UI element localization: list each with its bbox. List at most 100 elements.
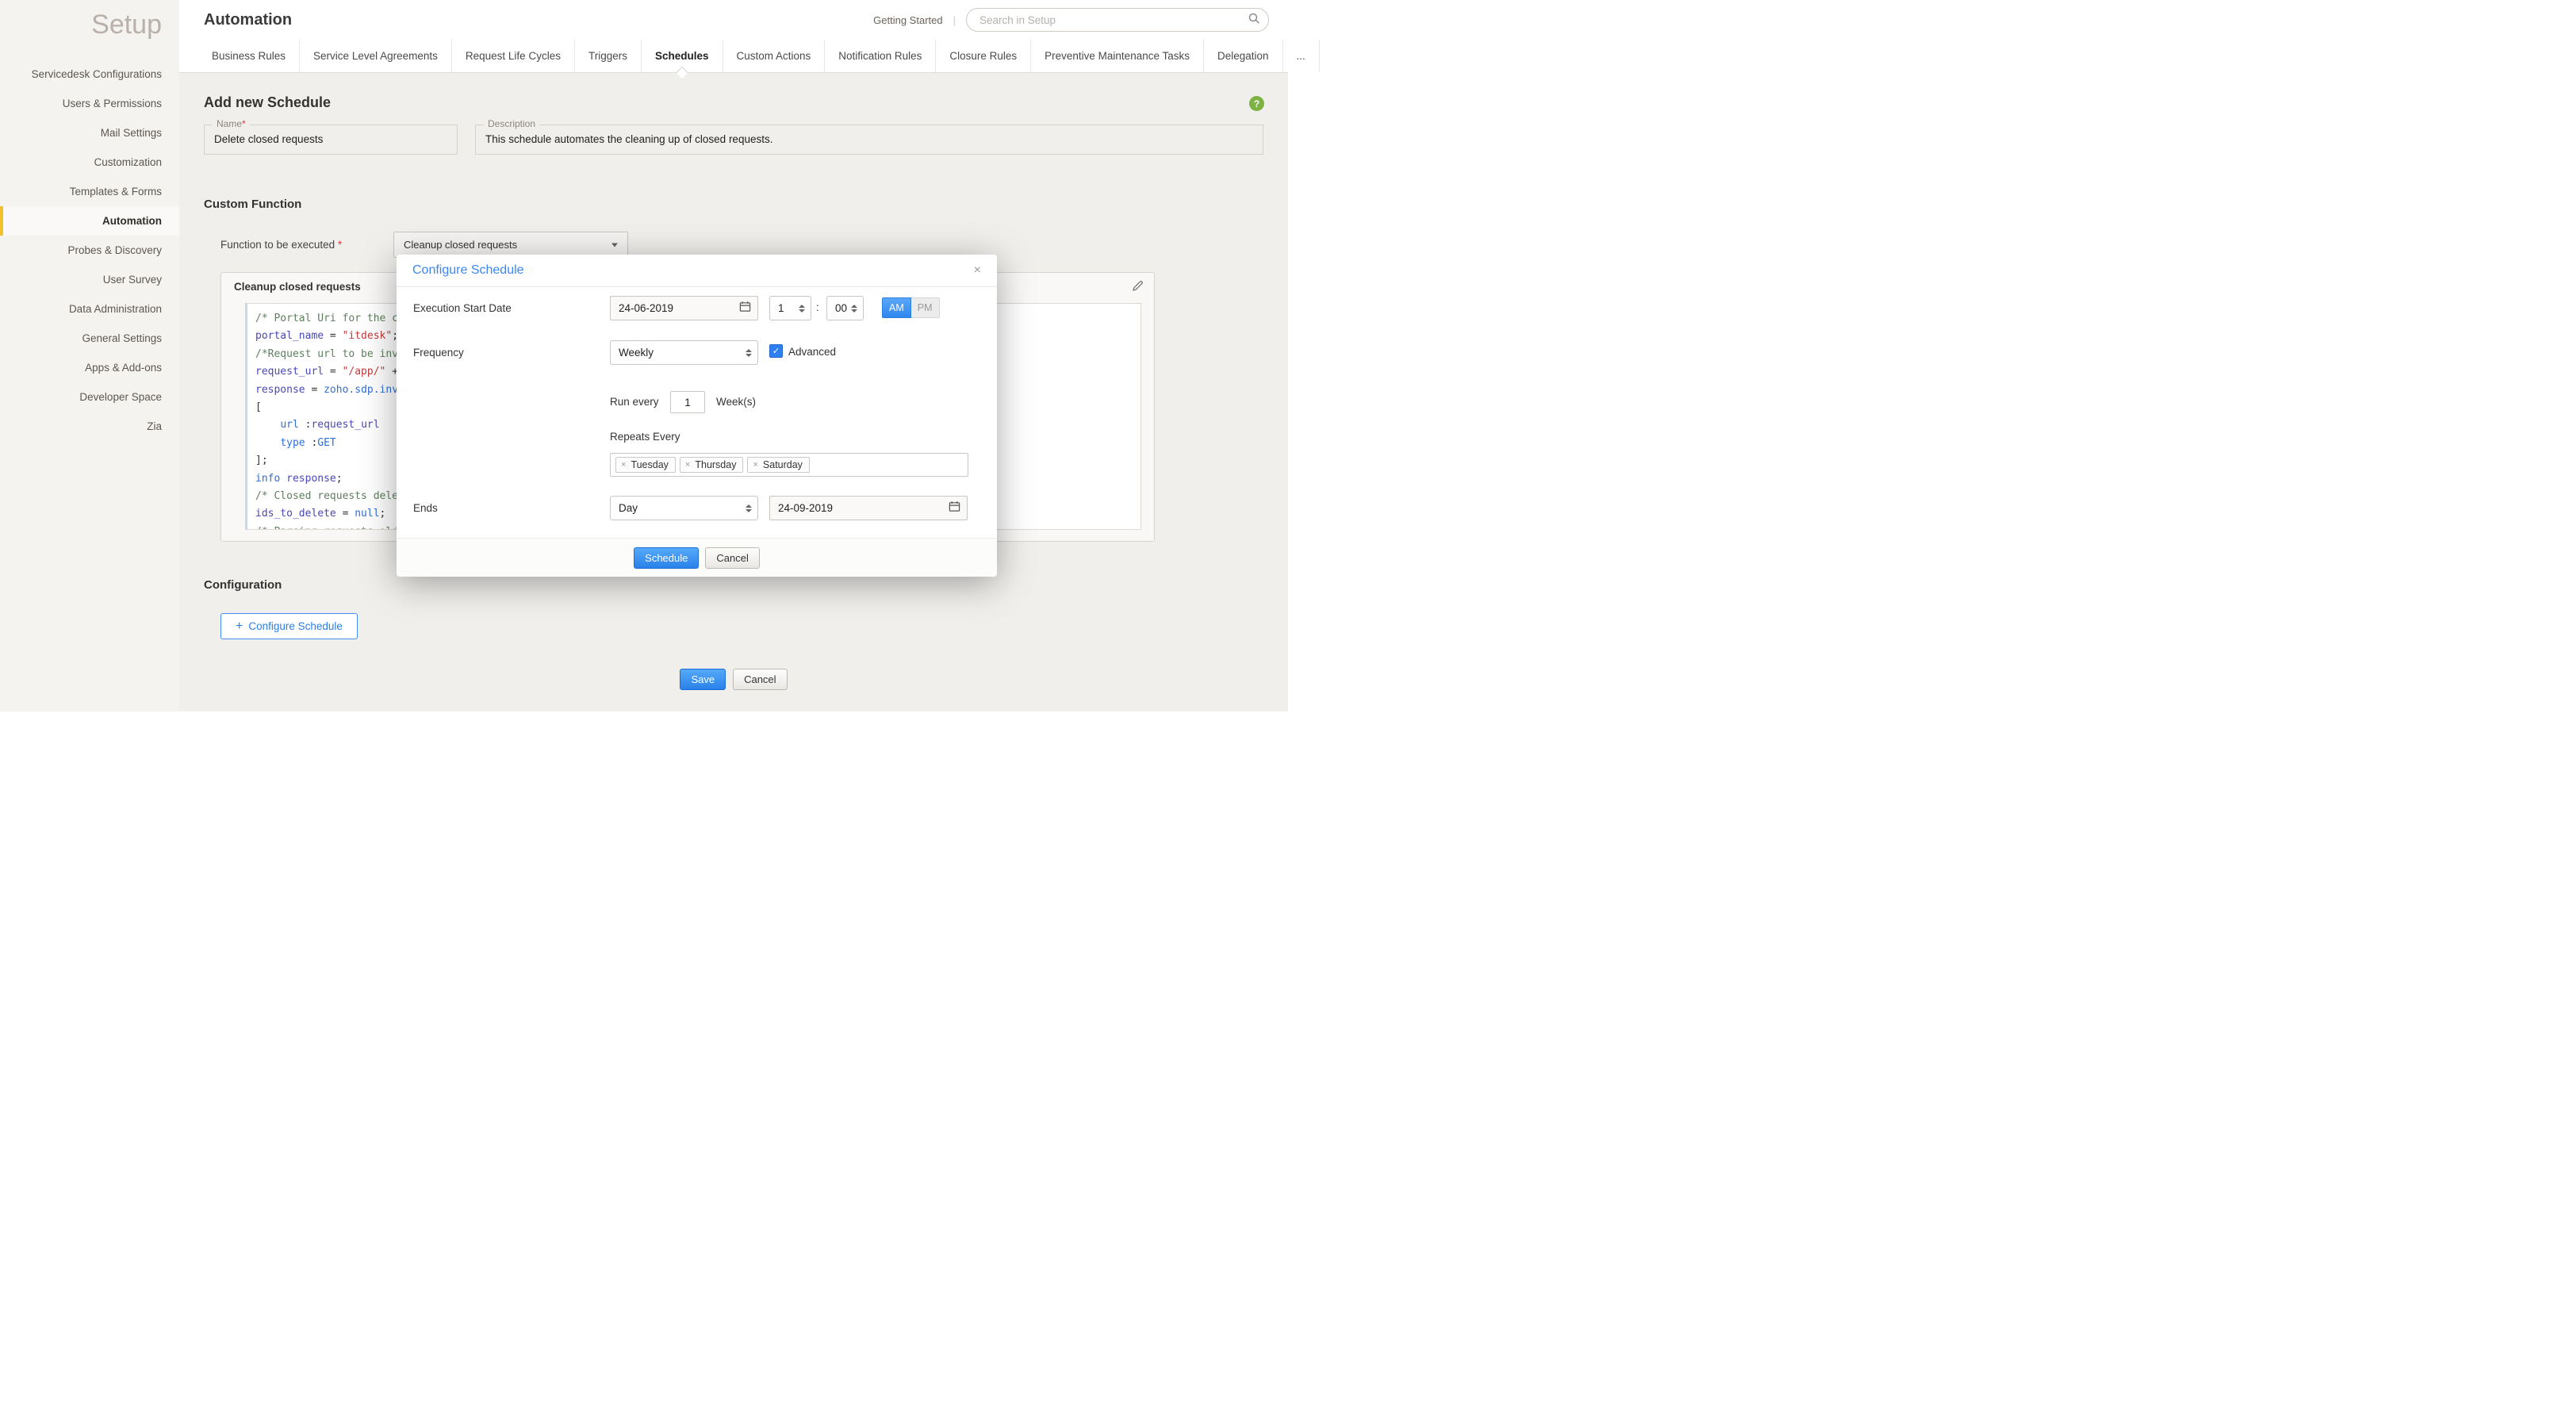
day-tag-label: Thursday	[695, 459, 736, 470]
tab-more[interactable]: ...	[1283, 40, 1320, 72]
repeats-every-label: Repeats Every	[610, 431, 680, 443]
setup-search-box[interactable]	[966, 8, 1269, 32]
sidebar-item-probes-discovery[interactable]: Probes & Discovery	[0, 236, 179, 265]
minute-stepper[interactable]: 00	[826, 296, 864, 320]
tab-delegation[interactable]: Delegation	[1204, 40, 1283, 72]
select-arrows-icon	[746, 504, 752, 512]
configure-schedule-label: Configure Schedule	[248, 620, 343, 632]
sidebar-item-label: Templates & Forms	[70, 186, 162, 198]
tab-custom-actions[interactable]: Custom Actions	[723, 40, 826, 72]
calendar-icon[interactable]	[949, 501, 960, 516]
save-button[interactable]: Save	[680, 669, 726, 690]
schedule-button[interactable]: Schedule	[634, 547, 699, 569]
custom-function-heading: Custom Function	[204, 198, 301, 211]
am-toggle[interactable]: AM	[882, 297, 911, 318]
day-tag-tuesday[interactable]: × Tuesday	[615, 457, 676, 473]
tab-label: Business Rules	[212, 50, 286, 62]
sidebar-item-data-administration[interactable]: Data Administration	[0, 294, 179, 324]
run-every-input[interactable]	[670, 391, 705, 413]
tab-schedules[interactable]: Schedules	[642, 40, 723, 72]
search-icon[interactable]	[1248, 12, 1260, 29]
sidebar-item-developer-space[interactable]: Developer Space	[0, 382, 179, 412]
frequency-select[interactable]: Weekly	[610, 340, 758, 365]
stepper-arrows-icon[interactable]	[851, 305, 857, 313]
tab-notification-rules[interactable]: Notification Rules	[825, 40, 936, 72]
close-icon[interactable]: ×	[974, 264, 981, 277]
sidebar-item-general-settings[interactable]: General Settings	[0, 324, 179, 353]
sidebar-nav: Servicedesk Configurations Users & Permis…	[0, 59, 179, 441]
tab-service-level-agreements[interactable]: Service Level Agreements	[300, 40, 452, 72]
tab-label: Service Level Agreements	[313, 50, 438, 62]
remove-day-icon[interactable]: ×	[753, 461, 757, 470]
stepper-arrows-icon[interactable]	[799, 305, 805, 313]
pm-toggle[interactable]: PM	[911, 297, 940, 318]
repeat-days-field[interactable]: × Tuesday × Thursday ×Saturday	[610, 453, 968, 477]
search-input[interactable]	[978, 13, 1248, 27]
ends-date-field[interactable]: 24-09-2019	[769, 496, 968, 520]
start-date-field[interactable]: 24-06-2019	[610, 296, 758, 320]
top-bar: Automation Getting Started |	[179, 0, 1288, 40]
description-value[interactable]: This schedule automates the cleaning up …	[476, 125, 1263, 154]
sidebar-item-apps-add-ons[interactable]: Apps & Add-ons	[0, 353, 179, 382]
help-icon[interactable]: ?	[1249, 96, 1264, 111]
frequency-label: Frequency	[413, 347, 464, 359]
sidebar-item-label: Automation	[102, 215, 162, 227]
tab-preventive-maintenance-tasks[interactable]: Preventive Maintenance Tasks	[1031, 40, 1204, 72]
advanced-checkbox[interactable]: ✓	[769, 344, 783, 358]
advanced-label: Advanced	[788, 346, 836, 358]
modal-footer: Schedule Cancel	[397, 538, 997, 577]
sidebar-item-label: Zia	[147, 420, 162, 432]
chevron-down-icon	[611, 243, 618, 247]
getting-started-link[interactable]: Getting Started	[873, 14, 942, 26]
name-value[interactable]: Delete closed requests	[205, 125, 457, 154]
sidebar-item-users-permissions[interactable]: Users & Permissions	[0, 89, 179, 118]
tab-request-life-cycles[interactable]: Request Life Cycles	[452, 40, 575, 72]
function-dropdown-value: Cleanup closed requests	[394, 232, 627, 257]
hour-stepper[interactable]: 1	[769, 296, 811, 320]
tabs-bar: Business Rules Service Level Agreements Re…	[179, 40, 1288, 73]
description-field[interactable]: Description This schedule automates the …	[475, 125, 1263, 155]
calendar-icon[interactable]	[739, 301, 751, 316]
sidebar-item-label: Users & Permissions	[63, 98, 162, 109]
sidebar-item-customization[interactable]: Customization	[0, 148, 179, 177]
ends-type-value: Day	[611, 497, 757, 520]
cancel-button[interactable]: Cancel	[733, 669, 787, 690]
ampm-toggle: AM PM	[882, 297, 940, 318]
configure-schedule-modal: Configure Schedule × Execution Start Dat…	[397, 255, 997, 577]
sidebar-item-label: Developer Space	[79, 391, 162, 403]
tab-business-rules[interactable]: Business Rules	[198, 40, 300, 72]
day-tag-saturday[interactable]: ×Saturday	[747, 457, 809, 473]
tab-closure-rules[interactable]: Closure Rules	[936, 40, 1031, 72]
page-heading: Automation	[204, 11, 292, 29]
sidebar-item-label: Data Administration	[69, 303, 162, 315]
setup-title: Setup	[0, 0, 179, 59]
remove-day-icon[interactable]: ×	[621, 461, 626, 470]
select-arrows-icon	[746, 349, 752, 357]
name-field[interactable]: Name* Delete closed requests	[204, 125, 458, 155]
sidebar-item-servicedesk-configurations[interactable]: Servicedesk Configurations	[0, 59, 179, 89]
edit-pencil-icon[interactable]	[1132, 280, 1144, 296]
topbar-right: Getting Started |	[873, 8, 1269, 32]
ends-date-value: 24-09-2019	[770, 497, 967, 520]
description-label: Description	[484, 118, 539, 129]
configure-schedule-button[interactable]: + Configure Schedule	[220, 613, 358, 639]
ends-type-select[interactable]: Day	[610, 496, 758, 520]
sidebar-item-zia[interactable]: Zia	[0, 412, 179, 441]
day-tag-thursday[interactable]: × Thursday	[680, 457, 744, 473]
tab-label: Custom Actions	[737, 50, 811, 62]
page-actions: Save Cancel	[179, 669, 1288, 690]
remove-day-icon[interactable]: ×	[685, 461, 690, 470]
tab-triggers[interactable]: Triggers	[575, 40, 642, 72]
sidebar-item-mail-settings[interactable]: Mail Settings	[0, 118, 179, 148]
modal-cancel-button[interactable]: Cancel	[705, 547, 759, 569]
day-tag-label: Tuesday	[631, 459, 668, 470]
execution-start-date-label: Execution Start Date	[413, 302, 512, 314]
tab-label: Closure Rules	[949, 50, 1017, 62]
sidebar-item-label: Customization	[94, 156, 162, 168]
sidebar-item-automation[interactable]: Automation	[0, 206, 179, 236]
modal-header: Configure Schedule ×	[397, 255, 997, 287]
header-separator: |	[953, 14, 956, 26]
sidebar-item-label: Probes & Discovery	[67, 244, 162, 256]
sidebar-item-templates-forms[interactable]: Templates & Forms	[0, 177, 179, 206]
sidebar-item-user-survey[interactable]: User Survey	[0, 265, 179, 294]
